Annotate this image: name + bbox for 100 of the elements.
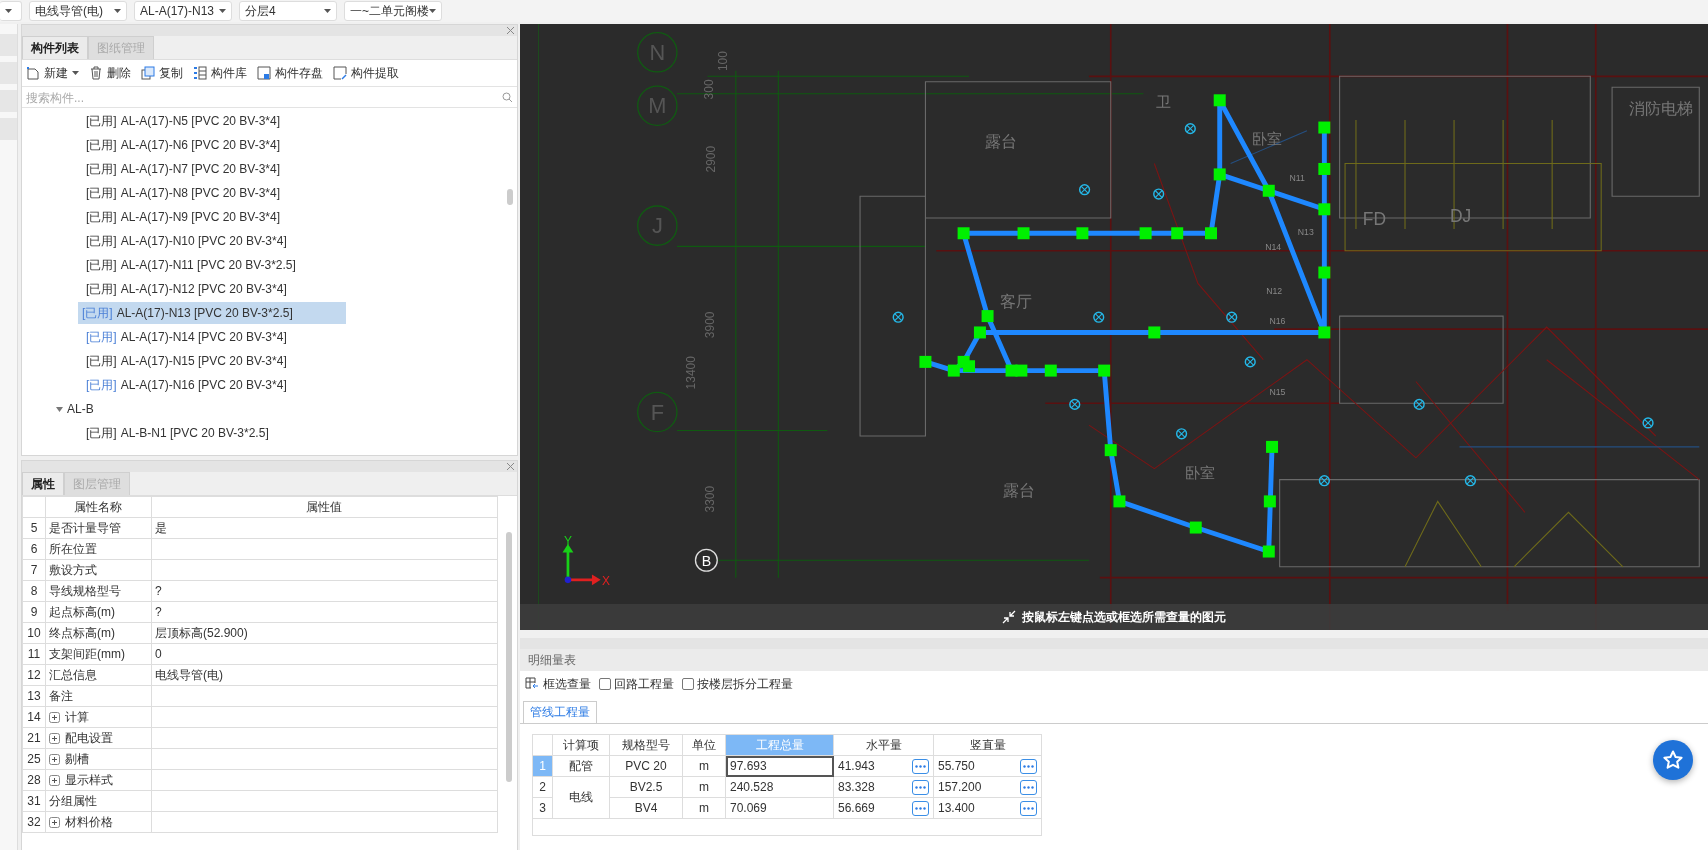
search-field[interactable]: 搜索构件... — [25, 90, 502, 105]
collapse-triangle-icon[interactable] — [55, 406, 63, 412]
table-cell: 汇总信息 — [45, 664, 152, 686]
more-button[interactable] — [912, 800, 929, 816]
close-icon[interactable] — [507, 27, 514, 34]
tree-item[interactable]: [已用] AL-A(17)-N15 [PVC 20 BV-3*4] — [81, 350, 291, 372]
table-cell: 起点标高(m) — [45, 601, 152, 623]
row-number: 10 — [22, 622, 46, 644]
tab[interactable]: 管线工程量 — [523, 701, 597, 723]
toolbar-button[interactable]: 构件提取 — [332, 64, 399, 82]
option-checkbox[interactable]: 按楼层拆分工程量 — [682, 675, 793, 693]
table-cell: 计算 — [45, 706, 152, 728]
dropdown[interactable]: 分层4 — [239, 1, 337, 21]
tree-item[interactable]: [已用] AL-A(17)-N9 [PVC 20 BV-3*4] — [81, 206, 285, 228]
tree-item[interactable]: [已用] AL-A(17)-N6 [PVC 20 BV-3*4] — [81, 134, 285, 156]
axis-label: X — [602, 574, 611, 589]
tree-item[interactable]: [已用] AL-A(17)-N13 [PVC 20 BV-3*2.5] — [77, 302, 346, 324]
tab[interactable]: 属性 — [21, 472, 64, 495]
dimension-label: 13400 — [684, 356, 699, 390]
toolbar-button[interactable]: 构件存盘 — [256, 64, 323, 82]
scrollbar-thumb[interactable] — [507, 189, 513, 205]
table-cell: 支架间距(mm) — [45, 643, 152, 665]
table-cell: 97.693 — [725, 755, 834, 777]
table-cell: 70.069 — [725, 797, 834, 819]
table-cell: 电线 — [552, 776, 610, 819]
caret-icon — [5, 9, 12, 13]
tab[interactable]: 构件列表 — [21, 36, 88, 59]
scrollbar-thumb[interactable] — [506, 532, 512, 782]
option-checkbox[interactable]: 回路工程量 — [599, 675, 674, 693]
hint-text: 按鼠标左键点选或框选所需查量的图元 — [1022, 608, 1226, 626]
circuit-label: N12 — [1266, 286, 1283, 297]
dropdown[interactable]: AL-A(17)-N13 — [134, 1, 232, 21]
column-header[interactable]: 规格型号 — [609, 734, 683, 756]
dimension-label: 3900 — [703, 311, 717, 339]
row-number: 11 — [22, 643, 46, 665]
expand-icon[interactable] — [48, 774, 60, 786]
tree-item[interactable]: [已用] AL-A(17)-N8 [PVC 20 BV-3*4] — [81, 182, 285, 204]
column-header: 属性名称 — [45, 496, 152, 518]
more-button[interactable] — [1020, 779, 1037, 795]
more-button[interactable] — [1020, 800, 1037, 816]
tree-item[interactable]: [已用] AL-A(17)-N11 [PVC 20 BV-3*2.5] — [81, 254, 300, 276]
column-header[interactable]: 计算项 — [552, 734, 610, 756]
toolbar-button[interactable]: 构件库 — [192, 64, 247, 82]
row-number[interactable]: 3 — [532, 797, 553, 819]
table-cell: 分组属性 — [45, 790, 152, 812]
table-cell: 是 — [151, 517, 498, 539]
close-icon[interactable] — [507, 463, 514, 470]
caret-icon — [429, 9, 436, 13]
expand-icon[interactable] — [48, 753, 60, 765]
room-label: 客厅 — [999, 292, 1032, 311]
grid-bubble — [637, 32, 678, 73]
grid-bubble — [637, 391, 678, 433]
axis-icon — [562, 543, 601, 586]
expand-icon[interactable] — [48, 816, 60, 828]
toolbar-button[interactable]: 复制 — [140, 64, 183, 82]
tree-item[interactable]: [已用] AL-A(17)-N10 [PVC 20 BV-3*4] — [81, 230, 291, 252]
column-header: 属性值 — [151, 496, 498, 518]
table-cell: m — [682, 755, 726, 777]
more-button[interactable] — [912, 758, 929, 774]
dropdown[interactable]: 一~二单元阁楼 — [344, 1, 442, 21]
dots-icon — [915, 785, 926, 789]
dropdown[interactable]: 电线导管(电) — [29, 1, 127, 21]
row-number: 14 — [22, 706, 46, 728]
expand-icon[interactable] — [48, 732, 60, 744]
row-number: 8 — [22, 580, 46, 602]
column-header[interactable]: 水平量 — [833, 734, 934, 756]
toolbar-button[interactable]: 删除 — [88, 64, 131, 82]
circuit-label: N15 — [1269, 386, 1286, 397]
conduit-drawing[interactable] — [919, 94, 1331, 558]
expand-icon[interactable] — [48, 711, 60, 723]
more-button[interactable] — [1020, 758, 1037, 774]
column-header[interactable]: 竖直量 — [933, 734, 1042, 756]
row-number: 25 — [22, 748, 46, 770]
tree-item[interactable]: [已用] AL-A(17)-N12 [PVC 20 BV-3*4] — [81, 278, 291, 300]
tree-item[interactable]: [已用] AL-B-N1 [PVC 20 BV-3*2.5] — [81, 422, 273, 444]
caret-icon — [114, 9, 121, 13]
table-cell: 是否计量导管 — [45, 517, 152, 539]
table-cell: 显示样式 — [45, 769, 152, 791]
caret-icon — [324, 9, 331, 13]
table-cell: 备注 — [45, 685, 152, 707]
grid-bubble — [694, 548, 718, 572]
table-cell: 0 — [151, 643, 498, 665]
column-header[interactable]: 单位 — [682, 734, 726, 756]
table-cell: 41.943 — [838, 759, 875, 773]
list-icon — [192, 66, 207, 80]
row-number: 32 — [22, 811, 46, 833]
table-cell: m — [682, 776, 726, 798]
tree-item[interactable]: [已用] AL-A(17)-N7 [PVC 20 BV-3*4] — [81, 158, 285, 180]
table-cell: 157.200 — [938, 780, 982, 794]
grid-bubble — [637, 205, 678, 246]
select-quantity-button[interactable]: 框选查量 — [525, 675, 591, 693]
trash-icon — [88, 66, 103, 80]
tree-item[interactable]: [已用] AL-A(17)-N16 [PVC 20 BV-3*4] — [81, 374, 291, 396]
tree-item[interactable]: [已用] AL-A(17)-N5 [PVC 20 BV-3*4] — [81, 110, 285, 132]
tree-item[interactable]: [已用] AL-A(17)-N14 [PVC 20 BV-3*4] — [81, 326, 291, 348]
dropdown[interactable] — [0, 1, 22, 21]
more-button[interactable] — [912, 779, 929, 795]
toolbar-button[interactable]: 新建 — [25, 64, 79, 82]
row-number[interactable]: 2 — [532, 776, 553, 798]
tree-group[interactable]: AL-B — [51, 398, 98, 420]
